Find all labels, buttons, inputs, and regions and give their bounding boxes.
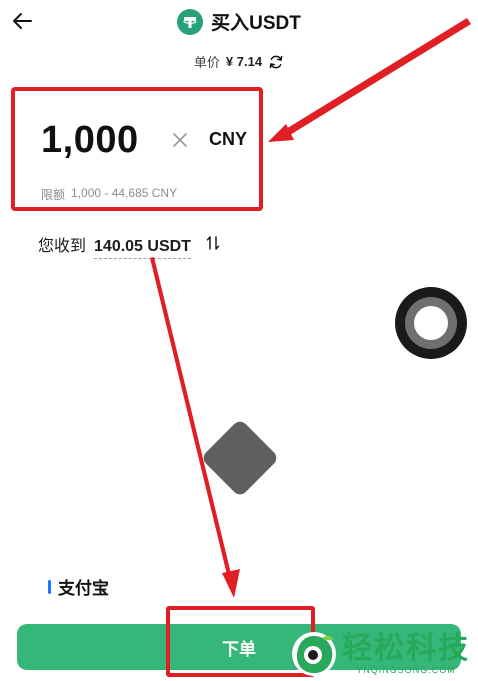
watermark-en: YNQINGSONG.COM bbox=[356, 665, 456, 675]
receive-amount[interactable]: 140.05 USDT bbox=[94, 238, 191, 259]
arrow-to-order-head bbox=[222, 569, 240, 598]
receive-label: 您收到 bbox=[38, 238, 87, 255]
limit-label: 限额 bbox=[41, 188, 66, 202]
swap-icon[interactable] bbox=[205, 235, 221, 251]
unit-price-value: ¥ 7.14 bbox=[225, 54, 263, 69]
unit-price-label: 单价 bbox=[193, 55, 220, 70]
amount-input-box[interactable]: 1,000 CNY 限额 1,000 - 44,685 CNY bbox=[11, 87, 263, 211]
payment-method-label: 支付宝 bbox=[58, 579, 109, 598]
arrow-to-amount-shaft bbox=[281, 18, 471, 138]
arrow-to-amount-head bbox=[268, 124, 294, 142]
watermark-text: 轻松科技 YNQINGSONG.COM bbox=[342, 632, 470, 676]
limit-row: 限额 1,000 - 44,685 CNY bbox=[41, 186, 177, 203]
page-title: 买入USDT bbox=[211, 13, 301, 34]
limit-value: 1,000 - 44,685 CNY bbox=[71, 186, 178, 200]
close-icon[interactable] bbox=[171, 131, 189, 149]
watermark-logo-icon bbox=[292, 632, 336, 676]
floating-assist-core bbox=[414, 306, 448, 340]
payment-method-row[interactable]: 支付宝 bbox=[48, 574, 109, 599]
unit-price-row: 单价 ¥ 7.14 bbox=[0, 52, 478, 71]
watermark: 轻松科技 YNQINGSONG.COM bbox=[292, 627, 478, 681]
floating-diamond-overlay[interactable] bbox=[200, 418, 280, 498]
floating-assist-button[interactable] bbox=[395, 287, 467, 359]
watermark-cn: 轻松科技 bbox=[342, 632, 470, 665]
arrow-to-order-shaft bbox=[150, 257, 233, 583]
page-header: 买入USDT bbox=[0, 8, 478, 35]
tether-icon bbox=[177, 8, 204, 35]
payment-indicator bbox=[48, 579, 51, 594]
amount-input-value[interactable]: 1,000 bbox=[41, 119, 139, 162]
currency-label: CNY bbox=[209, 129, 248, 149]
refresh-icon[interactable] bbox=[268, 54, 284, 70]
receive-row: 您收到 140.05 USDT bbox=[38, 232, 221, 259]
